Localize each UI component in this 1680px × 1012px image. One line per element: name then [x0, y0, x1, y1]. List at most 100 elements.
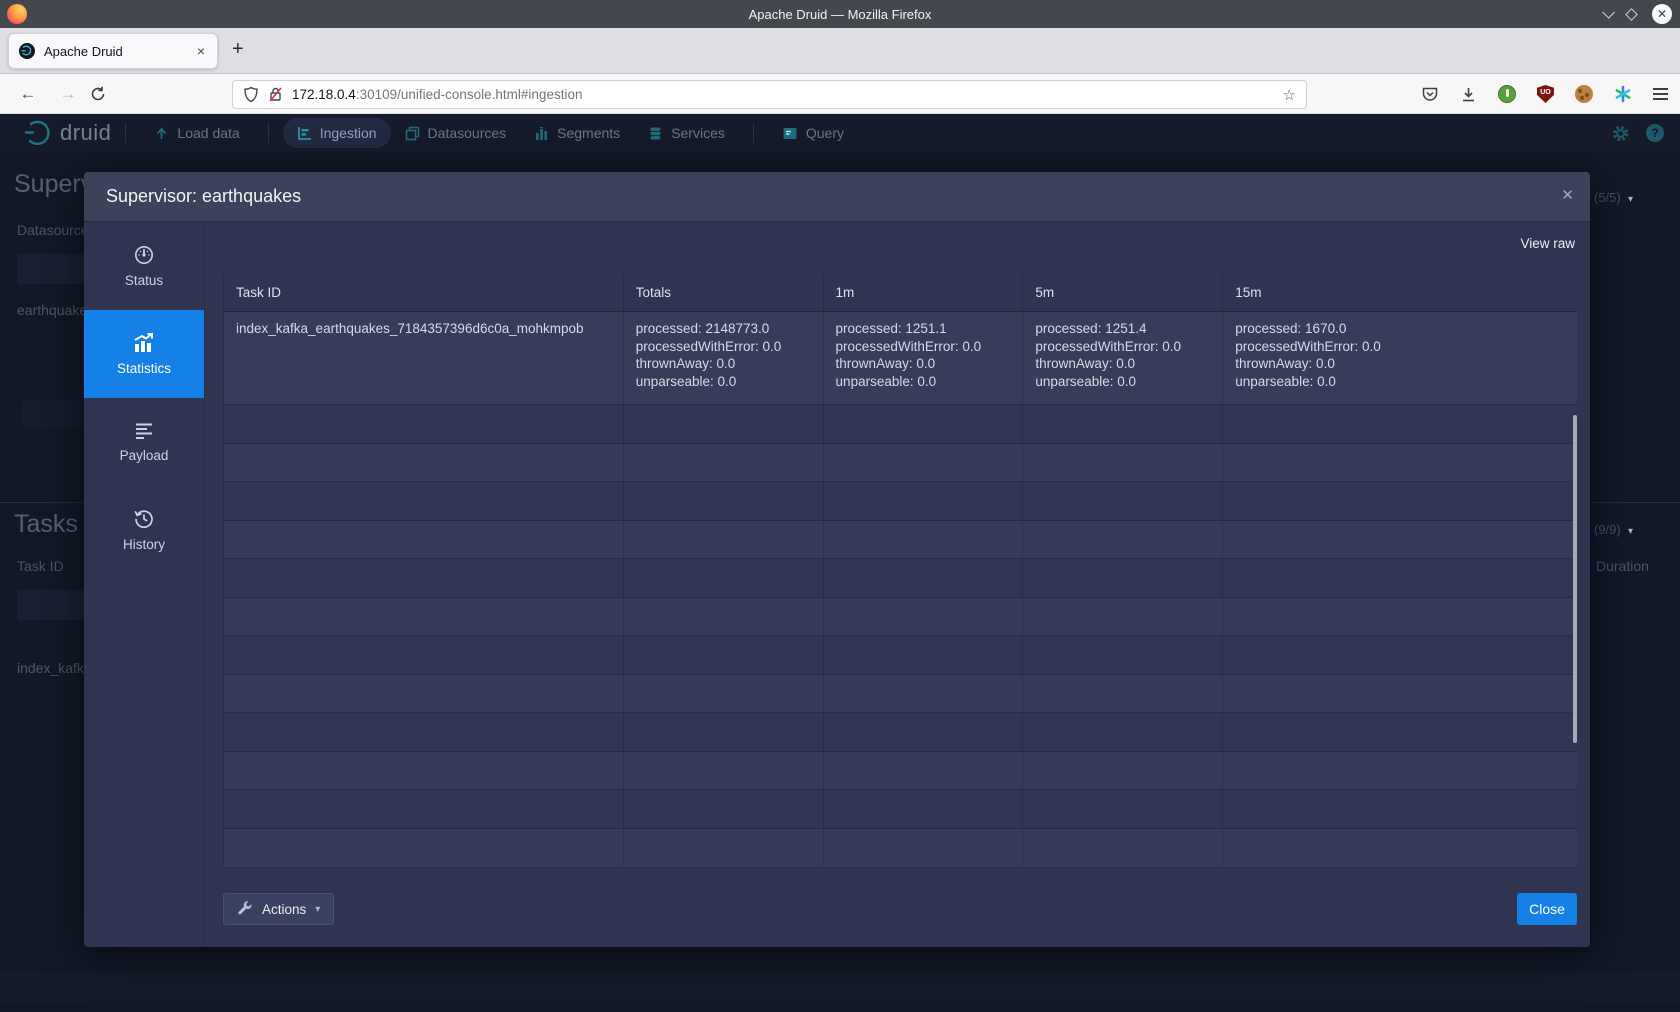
tab-history[interactable]: History	[84, 486, 204, 574]
cookie-extension-icon[interactable]	[1575, 85, 1593, 103]
chevron-down-icon: ▾	[1628, 194, 1633, 205]
tab-statistics[interactable]: Statistics	[84, 310, 204, 398]
url-bar[interactable]: 172.18.0.4:30109/unified-console.html#in…	[232, 80, 1307, 109]
services-icon	[648, 126, 663, 141]
15m-stats: processed: 1670.0 processedWithError: 0.…	[1223, 312, 1577, 404]
settings-gear-icon[interactable]	[1611, 124, 1630, 143]
1m-stats: processed: 1251.1 processedWithError: 0.…	[824, 312, 1024, 404]
tab-strip: Apache Druid × +	[0, 28, 1680, 74]
table-empty-row	[224, 559, 1577, 598]
druid-header: druid Load data Ingestion Datasources Se…	[0, 114, 1680, 152]
divider	[753, 123, 754, 143]
statistics-chart-icon	[132, 332, 156, 354]
window-title: Apache Druid — Mozilla Firefox	[0, 7, 1680, 22]
help-icon[interactable]: ?	[1646, 124, 1664, 142]
query-icon	[782, 126, 798, 141]
history-clock-icon	[133, 508, 155, 530]
window-maximize-icon[interactable]	[1625, 8, 1638, 21]
new-tab-button[interactable]: +	[232, 38, 244, 61]
upload-icon	[154, 126, 169, 141]
table-empty-row	[224, 444, 1577, 483]
reload-button[interactable]	[90, 86, 114, 102]
window-minimize-icon[interactable]	[1602, 6, 1615, 19]
datasource-column-header: Datasource	[17, 222, 89, 238]
dialog-side-menu: Status Statistics Payload History	[84, 222, 205, 947]
window-close-icon[interactable]: ✕	[1652, 4, 1672, 24]
table-empty-row	[224, 482, 1577, 521]
stats-empty-rows	[224, 405, 1577, 868]
nav-services[interactable]: Services	[634, 118, 739, 148]
nav-ingestion[interactable]: Ingestion	[283, 118, 391, 148]
downloads-icon[interactable]	[1460, 86, 1477, 103]
ingestion-icon	[297, 126, 312, 141]
screen: Apache Druid — Mozilla Firefox ✕ Apache …	[0, 0, 1680, 1012]
column-totals[interactable]: Totals	[624, 275, 824, 311]
tab-close-icon[interactable]: ×	[195, 43, 207, 59]
view-raw-link[interactable]: View raw	[1520, 236, 1575, 251]
chevron-down-icon: ▾	[1628, 526, 1633, 537]
table-scrollbar[interactable]	[1573, 415, 1577, 743]
druid-logo[interactable]: druid	[22, 118, 111, 148]
back-button[interactable]: ←	[16, 84, 40, 104]
column-1m[interactable]: 1m	[824, 275, 1024, 311]
dialog-title: Supervisor: earthquakes	[106, 186, 301, 207]
divider	[268, 123, 269, 143]
task-id-column-header: Task ID	[17, 558, 64, 574]
close-button[interactable]: Close	[1517, 893, 1577, 925]
forward-button[interactable]: →	[56, 84, 80, 104]
column-15m[interactable]: 15m	[1223, 275, 1577, 311]
datasources-icon	[405, 126, 420, 141]
bookmark-star-icon[interactable]: ☆	[1283, 86, 1296, 104]
column-task-id[interactable]: Task ID	[224, 275, 624, 311]
nav-segments[interactable]: Segments	[520, 118, 634, 148]
tab-status[interactable]: Status	[84, 222, 204, 310]
task-id-value: index_kafka_earthquakes_7184357396d6c0a_…	[224, 312, 624, 404]
table-empty-row	[224, 829, 1577, 868]
nav-query[interactable]: Query	[768, 118, 858, 148]
extension-icon[interactable]	[1498, 85, 1516, 103]
actions-label: Actions	[262, 902, 306, 917]
table-row: index_kafka_earthquakes_7184357396d6c0a_…	[224, 312, 1577, 405]
nav-datasources[interactable]: Datasources	[391, 118, 521, 148]
tasks-heading: Tasks	[14, 510, 78, 539]
tasks-count-dropdown[interactable]: (9/9) ▾	[1594, 522, 1633, 537]
column-5m[interactable]: 5m	[1023, 275, 1223, 311]
chevron-down-icon: ▾	[315, 904, 320, 915]
table-empty-row	[224, 675, 1577, 714]
table-header-row: Task ID Totals 1m 5m 15m	[224, 275, 1577, 312]
pocket-icon[interactable]	[1421, 85, 1439, 103]
divider	[125, 123, 126, 143]
actions-button[interactable]: Actions ▾	[223, 893, 334, 925]
duration-column-header: Duration	[1596, 558, 1649, 574]
dialog-close-icon[interactable]: ✕	[1561, 186, 1574, 204]
dashboard-gauge-icon	[133, 244, 155, 266]
ublock-origin-icon[interactable]: UO	[1537, 85, 1554, 103]
segments-icon	[534, 126, 549, 141]
tracking-shield-icon[interactable]	[243, 86, 259, 103]
url-host: 172.18.0.4	[292, 87, 356, 102]
tab-payload[interactable]: Payload	[84, 398, 204, 486]
dialog-header: Supervisor: earthquakes ✕	[84, 172, 1590, 222]
supervisor-datasource-cell[interactable]: earthquakes	[17, 302, 94, 318]
multi-account-icon[interactable]	[1614, 85, 1632, 103]
url-path: :30109/unified-console.html#ingestion	[356, 87, 583, 102]
5m-stats: processed: 1251.4 processedWithError: 0.…	[1023, 312, 1223, 404]
background-task-row	[0, 972, 1680, 1002]
table-empty-row	[224, 521, 1577, 560]
tab-apache-druid[interactable]: Apache Druid ×	[8, 33, 218, 69]
supervisor-dialog: Supervisor: earthquakes ✕ Status Statist…	[84, 172, 1590, 947]
table-empty-row	[224, 713, 1577, 752]
nav-load-data[interactable]: Load data	[140, 118, 253, 148]
browser-toolbar: ← → 172.18.0.4:30109/unified-console.htm…	[0, 74, 1680, 114]
url-text: 172.18.0.4:30109/unified-console.html#in…	[292, 87, 1283, 102]
table-empty-row	[224, 636, 1577, 675]
insecure-lock-icon[interactable]	[268, 86, 283, 103]
druid-logo-text: druid	[60, 120, 111, 146]
druid-favicon-icon	[19, 43, 35, 59]
table-empty-row	[224, 752, 1577, 791]
druid-logo-icon	[22, 118, 52, 148]
menu-icon[interactable]	[1653, 85, 1668, 103]
totals-stats: processed: 2148773.0 processedWithError:…	[624, 312, 824, 404]
payload-text-icon	[133, 421, 155, 441]
supervisors-count-dropdown[interactable]: (5/5) ▾	[1594, 190, 1633, 205]
